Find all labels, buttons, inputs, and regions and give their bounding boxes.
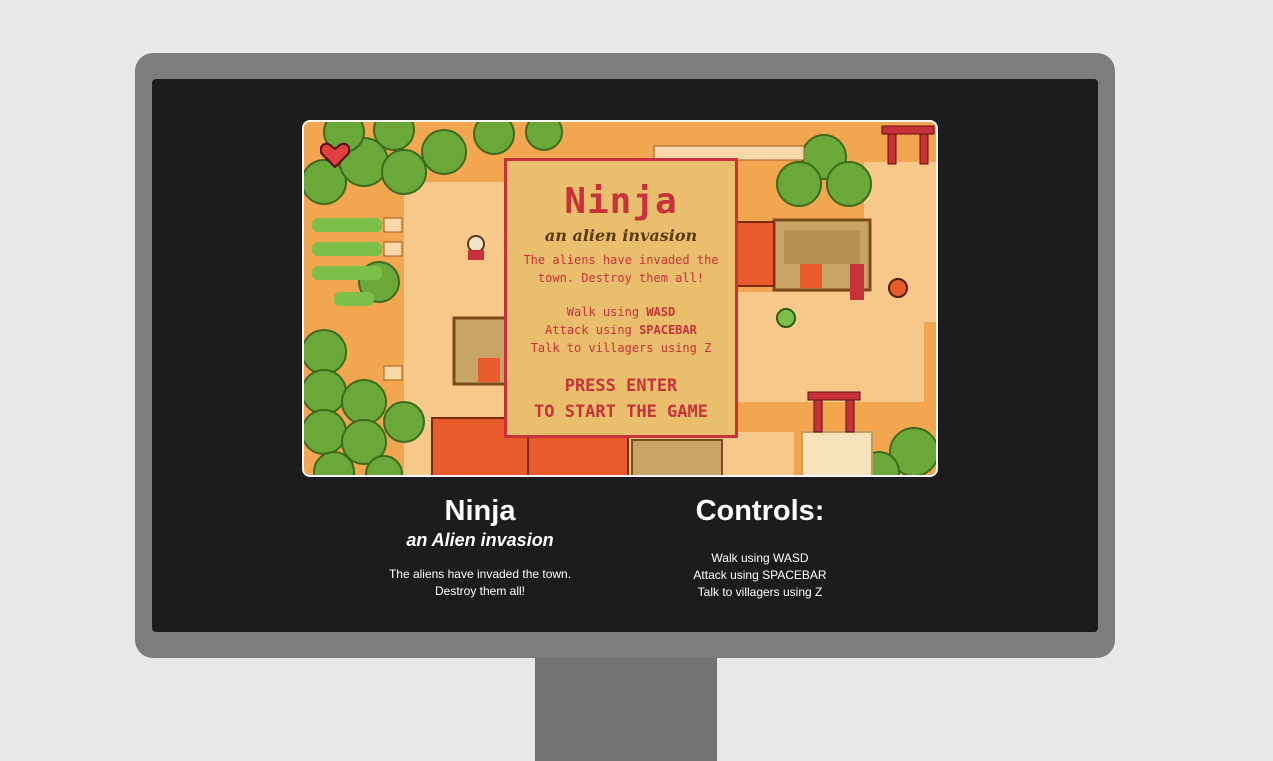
monitor-stand (535, 650, 717, 761)
controls-list: Walk using WASD Attack using SPACEBAR Ta… (652, 550, 868, 601)
stage: Ninja an alien invasion The aliens have … (0, 0, 1273, 761)
card-subtitle: an alien invasion (544, 226, 698, 245)
control-key: WASD (646, 305, 676, 319)
title-card: Ninja an alien invasion The aliens have … (504, 158, 738, 438)
info-desc-line: Destroy them all! (434, 584, 526, 598)
card-control-attack: Attack using SPACEBAR (507, 321, 735, 339)
controls-panel: Controls: Walk using WASD Attack using S… (652, 494, 868, 601)
card-story: The aliens have invaded the town. Destro… (523, 253, 719, 285)
control-item: Talk to villagers using Z (697, 585, 823, 599)
heart-icon (320, 142, 350, 168)
card-controls: Walk using WASD Attack using SPACEBAR Ta… (507, 303, 735, 357)
info-description: The aliens have invaded the town. Destro… (352, 566, 608, 600)
card-control-walk: Walk using WASD (507, 303, 735, 321)
press-line-2: TO START THE GAME (534, 402, 708, 422)
control-text: Walk using (566, 305, 647, 319)
control-item: Walk using WASD (711, 551, 809, 565)
card-control-talk: Talk to villagers using Z (507, 339, 735, 357)
controls-title: Controls: (695, 495, 825, 527)
info-desc-line: The aliens have invaded the town. (388, 567, 572, 581)
press-enter-prompt[interactable]: PRESS ENTER TO START THE GAME (507, 373, 735, 425)
press-line-1: PRESS ENTER (564, 376, 678, 396)
game-viewport[interactable]: Ninja an alien invasion The aliens have … (302, 120, 938, 477)
control-text: Talk to villagers using Z (530, 341, 712, 355)
info-subtitle: an Alien invasion (406, 530, 554, 550)
monitor-screen: Ninja an alien invasion The aliens have … (152, 79, 1098, 632)
info-title: Ninja (444, 495, 516, 527)
game-info: Ninja an Alien invasion The aliens have … (352, 494, 608, 600)
control-key: SPACEBAR (639, 323, 697, 337)
card-title: Ninja (564, 181, 678, 222)
control-item: Attack using SPACEBAR (693, 568, 827, 582)
control-text: Attack using (545, 323, 640, 337)
